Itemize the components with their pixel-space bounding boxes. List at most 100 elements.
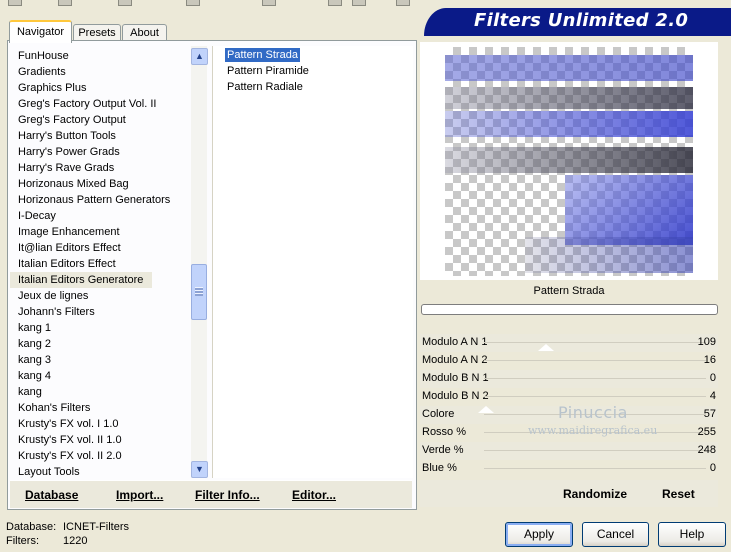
toolbar-icon[interactable]: [118, 0, 132, 6]
toolbar-icon[interactable]: [328, 0, 342, 6]
preview-image[interactable]: [445, 47, 693, 276]
category-item[interactable]: Johann's Filters: [10, 304, 152, 320]
category-item[interactable]: Horizonaus Mixed Bag: [10, 176, 152, 192]
pattern-band: [445, 111, 693, 137]
param-label: Blue %: [422, 462, 457, 474]
slider-track[interactable]: [484, 396, 706, 397]
pattern-band: [445, 147, 693, 173]
filter-name-label: Pattern Strada: [533, 285, 605, 297]
category-item[interactable]: FunHouse: [10, 48, 152, 64]
grip-icon: [195, 287, 203, 296]
category-item[interactable]: Jeux de lignes: [10, 288, 152, 304]
watermark-url: www.maidiregrafica.eu: [528, 424, 658, 437]
param-slider[interactable]: Modulo A N 1 109: [420, 334, 718, 352]
category-item[interactable]: Italian Editors Effect: [10, 256, 152, 272]
randomize-button[interactable]: Randomize: [563, 487, 627, 501]
toolbar-icon[interactable]: [352, 0, 366, 6]
tab-presets[interactable]: Presets: [73, 24, 121, 41]
slider-track[interactable]: [484, 450, 706, 451]
category-item[interactable]: Krusty's FX vol. I 1.0: [10, 416, 152, 432]
category-item[interactable]: Greg's Factory Output Vol. II: [10, 96, 156, 112]
filters-count-value: 1220: [63, 535, 88, 547]
filter-item[interactable]: Pattern Strada: [225, 48, 300, 62]
button-label: Import...: [116, 488, 164, 502]
toolbar-icon[interactable]: [186, 0, 200, 6]
category-item[interactable]: Layout Tools: [10, 464, 152, 478]
category-item[interactable]: kang 4: [10, 368, 152, 384]
button-label: Editor...: [292, 488, 337, 502]
param-value: 0: [709, 462, 716, 474]
reset-button[interactable]: Reset: [662, 487, 695, 501]
help-button[interactable]: Help: [658, 522, 726, 547]
slider-track[interactable]: [484, 378, 706, 379]
tab-label: About: [130, 27, 159, 39]
scroll-down-button[interactable]: ▼: [191, 461, 208, 478]
param-value: 57: [703, 408, 716, 420]
category-list[interactable]: FunHouse Gradients Graphics Plus Greg's Fac…: [10, 46, 190, 478]
scroll-up-button[interactable]: ▲: [191, 48, 208, 65]
category-item[interactable]: kang 1: [10, 320, 152, 336]
param-value: 248: [697, 444, 716, 456]
param-slider[interactable]: Modulo B N 1 0: [420, 370, 718, 388]
category-item[interactable]: Krusty's FX vol. II 2.0: [10, 448, 152, 464]
cancel-button[interactable]: Cancel: [582, 522, 649, 547]
category-item[interactable]: Greg's Factory Output: [10, 112, 152, 128]
category-item[interactable]: Krusty's FX vol. II 1.0: [10, 432, 152, 448]
tab-navigator[interactable]: Navigator: [9, 20, 72, 43]
scroll-thumb[interactable]: [191, 264, 207, 320]
param-label: Verde %: [422, 444, 464, 456]
apply-button[interactable]: Apply: [505, 522, 573, 547]
param-value: 0: [709, 372, 716, 384]
toolbar-icon[interactable]: [58, 0, 72, 6]
toolbar-icon[interactable]: [262, 0, 276, 6]
filter-list[interactable]: Pattern Strada Pattern Piramide Pattern Ra…: [212, 46, 413, 478]
category-item[interactable]: Graphics Plus: [10, 80, 152, 96]
toolbar-strip: [0, 0, 731, 6]
category-item[interactable]: It@lian Editors Effect: [10, 240, 152, 256]
param-slider[interactable]: Modulo A N 2 16: [420, 352, 718, 370]
param-slider[interactable]: Verde % 248: [420, 442, 718, 460]
editor-button[interactable]: Editor...: [292, 488, 336, 502]
filter-info-button[interactable]: Filter Info...: [195, 488, 260, 502]
param-label: Colore: [422, 408, 455, 420]
slider-track[interactable]: [484, 468, 706, 469]
slider-track[interactable]: [484, 360, 706, 361]
category-item[interactable]: kang 2: [10, 336, 152, 352]
param-value: 109: [697, 336, 716, 348]
database-button[interactable]: Database: [25, 488, 78, 502]
category-item[interactable]: Horizonaus Pattern Generators: [10, 192, 170, 208]
navigator-button-bar: Database Import... Filter Info... Editor…: [10, 480, 412, 508]
category-scrollbar[interactable]: ▲ ▼: [191, 46, 208, 478]
category-item[interactable]: Italian Editors Generatore: [10, 272, 152, 288]
tab-about[interactable]: About: [122, 24, 167, 41]
category-item[interactable]: Harry's Button Tools: [10, 128, 152, 144]
category-item[interactable]: Image Enhancement: [10, 224, 152, 240]
tab-label: Navigator: [16, 26, 65, 38]
toolbar-icon[interactable]: [396, 0, 410, 6]
category-item[interactable]: Harry's Power Grads: [10, 144, 152, 160]
param-slider[interactable]: Blue % 0: [420, 460, 718, 478]
slider-thumb[interactable]: [478, 406, 494, 413]
param-label: Modulo B N 1: [422, 372, 489, 384]
database-value: ICNET-Filters: [63, 521, 129, 533]
settings-button-bar: Randomize Reset: [420, 480, 718, 507]
toolbar-icon[interactable]: [8, 0, 22, 6]
category-item[interactable]: Gradients: [10, 64, 152, 80]
category-item[interactable]: I-Decay: [10, 208, 152, 224]
slider-thumb[interactable]: [538, 344, 554, 351]
filter-item[interactable]: Pattern Radiale: [225, 80, 305, 94]
category-item[interactable]: kang 3: [10, 352, 152, 368]
param-label: Modulo A N 2: [422, 354, 488, 366]
button-label: Database: [25, 488, 79, 502]
param-value: 16: [703, 354, 716, 366]
slider-track[interactable]: [484, 342, 706, 343]
import-button[interactable]: Import...: [116, 488, 163, 502]
filters-count-label: Filters:: [6, 535, 39, 547]
category-item[interactable]: Harry's Rave Grads: [10, 160, 152, 176]
filter-item[interactable]: Pattern Piramide: [225, 64, 311, 78]
param-label: Rosso %: [422, 426, 467, 438]
watermark-name: Pinuccia: [558, 403, 628, 422]
category-item[interactable]: Kohan's Filters: [10, 400, 152, 416]
category-item[interactable]: kang: [10, 384, 152, 400]
progress-bar: [421, 304, 718, 315]
